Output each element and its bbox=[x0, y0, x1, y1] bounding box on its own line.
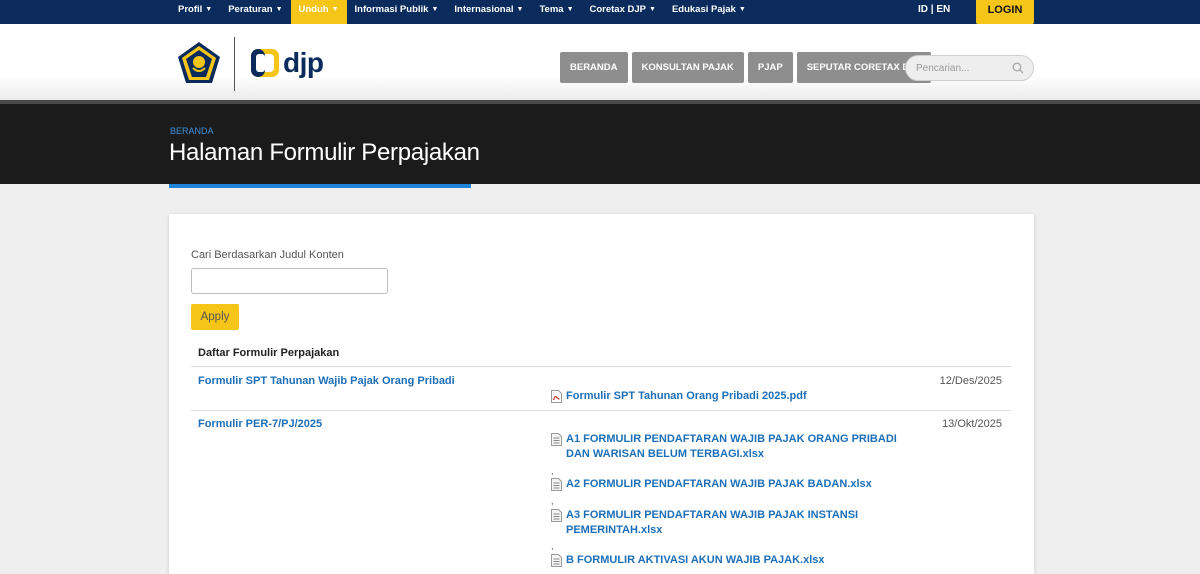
file-link[interactable]: A3 FORMULIR PENDAFTARAN WAJIB PAJAK INST… bbox=[551, 508, 911, 538]
search-icon[interactable] bbox=[1012, 62, 1024, 74]
logo-divider bbox=[234, 37, 235, 91]
caret-down-icon: ▼ bbox=[649, 6, 656, 13]
file-link[interactable]: B FORMULIR AKTIVASI AKUN WAJIB PAJAK.xls… bbox=[551, 553, 911, 568]
xlsx-file-icon bbox=[551, 433, 562, 446]
file-name[interactable]: Formulir SPT Tahunan Orang Pribadi 2025.… bbox=[566, 389, 807, 404]
login-button[interactable]: LOGIN bbox=[976, 0, 1034, 24]
file-link[interactable]: A2 FORMULIR PENDAFTARAN WAJIB PAJAK BADA… bbox=[551, 477, 911, 492]
file-separator: , bbox=[551, 541, 554, 551]
pdf-file-icon bbox=[551, 390, 562, 403]
xlsx-file-icon bbox=[551, 554, 562, 567]
search-input[interactable] bbox=[906, 56, 1006, 80]
file-name[interactable]: B FORMULIR AKTIVASI AKUN WAJIB PAJAK.xls… bbox=[566, 553, 825, 568]
lang-id-link[interactable]: ID bbox=[918, 4, 928, 15]
emblem-logo[interactable] bbox=[176, 41, 222, 90]
filter-title-input[interactable] bbox=[191, 268, 388, 294]
caret-down-icon: ▼ bbox=[738, 6, 746, 13]
item-title-link[interactable]: Formulir SPT Tahunan Wajib Pajak Orang P… bbox=[198, 375, 455, 387]
page-banner: BERANDA Halaman Formulir Perpajakan bbox=[0, 104, 1200, 188]
file-separator: , bbox=[551, 466, 554, 476]
search-box bbox=[905, 55, 1034, 81]
file-name[interactable]: A1 FORMULIR PENDAFTARAN WAJIB PAJAK ORAN… bbox=[566, 432, 911, 462]
caret-down-icon: ▼ bbox=[205, 6, 213, 13]
caret-down-icon: ▼ bbox=[431, 6, 439, 13]
top-menu-coretax-djp[interactable]: Coretax DJP ▼ bbox=[582, 0, 664, 24]
caret-down-icon: ▼ bbox=[516, 6, 524, 13]
file-link[interactable]: Formulir SPT Tahunan Orang Pribadi 2025.… bbox=[551, 389, 911, 404]
breadcrumb-beranda[interactable]: BERANDA bbox=[170, 126, 214, 136]
item-title-link[interactable]: Formulir PER-7/PJ/2025 bbox=[198, 418, 322, 430]
djp-logo[interactable]: djp bbox=[250, 48, 324, 78]
list-divider bbox=[191, 366, 1011, 367]
top-menu-peraturan[interactable]: Peraturan ▼ bbox=[220, 0, 290, 24]
xlsx-file-icon bbox=[551, 509, 562, 522]
title-underline bbox=[169, 184, 471, 188]
file-link[interactable]: A1 FORMULIR PENDAFTARAN WAJIB PAJAK ORAN… bbox=[551, 432, 911, 462]
list-heading: Daftar Formulir Perpajakan bbox=[198, 347, 340, 359]
file-separator: , bbox=[551, 496, 554, 506]
caret-down-icon: ▼ bbox=[331, 6, 339, 13]
top-menu: Profil ▼ Peraturan ▼ Unduh ▼ Informasi Publ… bbox=[170, 0, 754, 24]
xlsx-file-icon bbox=[551, 478, 562, 491]
djp-logo-icon bbox=[251, 49, 279, 77]
top-menu-tema[interactable]: Tema ▼ bbox=[531, 0, 581, 24]
file-name[interactable]: A3 FORMULIR PENDAFTARAN WAJIB PAJAK INST… bbox=[566, 508, 911, 538]
caret-down-icon: ▼ bbox=[566, 6, 574, 13]
top-menu-edukasi-pajak[interactable]: Edukasi Pajak ▼ bbox=[664, 0, 754, 24]
item-date: 12/Des/2025 bbox=[939, 375, 1002, 387]
language-switcher: ID | EN bbox=[918, 4, 950, 15]
top-menu-informasi-publik[interactable]: Informasi Publik ▼ bbox=[347, 0, 447, 24]
item-date: 13/Okt/2025 bbox=[942, 418, 1002, 430]
main-nav: BERANDA KONSULTAN PAJAK PJAP SEPUTAR COR… bbox=[560, 52, 931, 83]
file-name[interactable]: A2 FORMULIR PENDAFTARAN WAJIB PAJAK BADA… bbox=[566, 477, 872, 492]
content-card: Cari Berdasarkan Judul Konten Apply Daft… bbox=[169, 214, 1034, 574]
site-header: djp BERANDA KONSULTAN PAJAK PJAP SEPUTAR… bbox=[0, 24, 1200, 104]
list-divider bbox=[191, 410, 1011, 411]
lang-separator: | bbox=[930, 4, 934, 15]
nav-konsultan-pajak-button[interactable]: KONSULTAN PAJAK bbox=[631, 52, 744, 83]
caret-down-icon: ▼ bbox=[275, 6, 283, 13]
djp-logo-text: djp bbox=[283, 47, 324, 78]
top-menu-internasional[interactable]: Internasional ▼ bbox=[446, 0, 531, 24]
nav-pjap-button[interactable]: PJAP bbox=[747, 52, 793, 83]
top-menu-unduh[interactable]: Unduh ▼ bbox=[290, 0, 347, 24]
top-navbar: Profil ▼ Peraturan ▼ Unduh ▼ Informasi Publ… bbox=[0, 0, 1200, 24]
lang-en-link[interactable]: EN bbox=[936, 4, 950, 15]
nav-beranda-button[interactable]: BERANDA bbox=[560, 52, 628, 83]
filter-label: Cari Berdasarkan Judul Konten bbox=[191, 249, 344, 261]
page-title: Halaman Formulir Perpajakan bbox=[169, 139, 480, 166]
top-menu-profil[interactable]: Profil ▼ bbox=[170, 0, 220, 24]
apply-button[interactable]: Apply bbox=[191, 304, 239, 330]
